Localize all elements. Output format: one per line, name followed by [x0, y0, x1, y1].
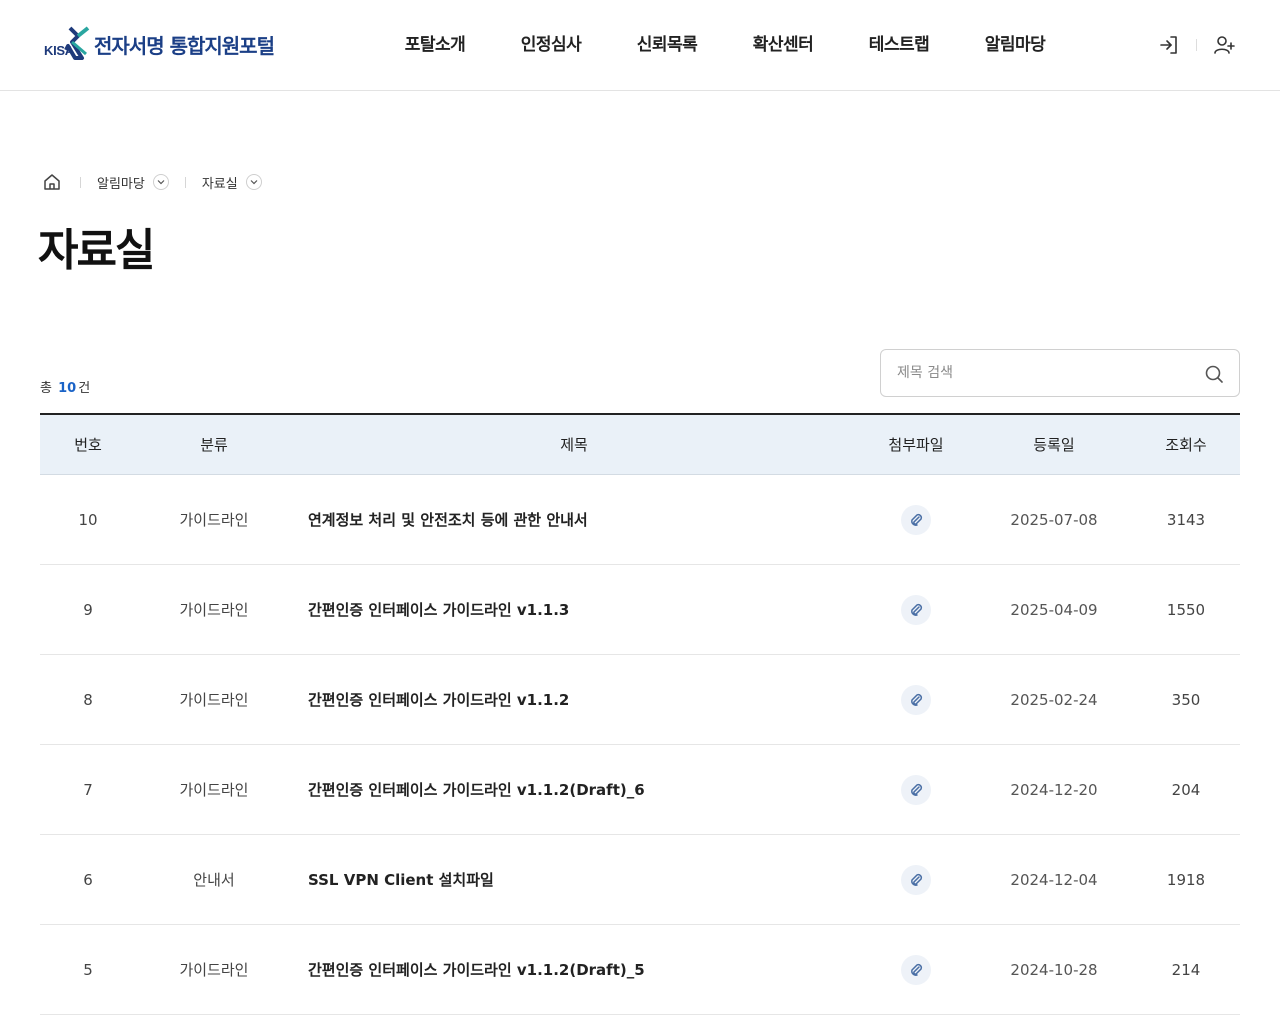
column-header-title: 제목: [560, 436, 588, 454]
nav-item-test-lab[interactable]: 테스트랩: [841, 30, 957, 60]
table-row[interactable]: 6 안내서 SSL VPN Client 설치파일 2024-12-04 191…: [40, 835, 1240, 925]
nav-item-expansion-center[interactable]: 확산센터: [725, 30, 841, 60]
row-attachment: [856, 504, 976, 535]
row-attachment: [856, 774, 976, 805]
row-number: 9: [83, 600, 93, 619]
row-date: 2024-12-20: [1010, 780, 1098, 799]
archive-table: 번호 분류 제목 첨부파일 등록일 조회수 10 가이드라인 연계정보 처리 및…: [40, 413, 1240, 1015]
row-date: 2024-12-04: [1010, 870, 1098, 889]
paperclip-icon[interactable]: [901, 864, 931, 895]
site-header: KISA 전자서명 통합지원포털 포탈소개 인정심사 신뢰목록 확산센터 테스트…: [0, 0, 1280, 91]
row-views: 1918: [1166, 870, 1206, 889]
utility-menu: [1157, 33, 1236, 57]
column-header-attachment: 첨부파일: [888, 436, 944, 454]
row-attachment: [856, 864, 976, 895]
row-category: 가이드라인: [179, 691, 249, 709]
breadcrumb-label: 알림마당: [97, 176, 145, 192]
nav-item-trust-list[interactable]: 신뢰목록: [609, 30, 725, 60]
paperclip-icon[interactable]: [901, 504, 931, 535]
total-suffix: 건: [78, 381, 91, 396]
site-logo[interactable]: KISA 전자서명 통합지원포털: [42, 26, 275, 62]
row-number: 10: [78, 510, 98, 529]
column-header-category: 분류: [200, 436, 228, 454]
signup-icon[interactable]: [1212, 33, 1236, 57]
nav-item-portal-intro[interactable]: 포탈소개: [377, 30, 493, 60]
row-views: 214: [1171, 960, 1201, 979]
table-header: 번호 분류 제목 첨부파일 등록일 조회수: [40, 415, 1240, 475]
search-icon[interactable]: [1203, 363, 1225, 385]
row-attachment: [856, 954, 976, 985]
search-input[interactable]: [897, 350, 1187, 396]
row-views: 204: [1171, 780, 1201, 799]
breadcrumb-label: 자료실: [201, 176, 238, 192]
row-category: 안내서: [193, 871, 235, 889]
row-attachment: [856, 594, 976, 625]
breadcrumb-divider: [80, 176, 81, 188]
row-views: 350: [1171, 690, 1201, 709]
logo-kisa-text: KISA: [44, 43, 74, 58]
kisa-logo-mark: KISA: [42, 26, 92, 62]
paperclip-icon[interactable]: [901, 684, 931, 715]
logo-site-name: 전자서명 통합지원포털: [94, 33, 275, 58]
row-title-link[interactable]: 간편인증 인터페이스 가이드라인 v1.1.2(Draft)_5: [292, 959, 856, 980]
row-number: 7: [83, 780, 93, 799]
row-date: 2025-07-08: [1010, 510, 1098, 529]
table-row[interactable]: 9 가이드라인 간편인증 인터페이스 가이드라인 v1.1.3 2025-04-…: [40, 565, 1240, 655]
table-row[interactable]: 10 가이드라인 연계정보 처리 및 안전조치 등에 관한 안내서 2025-0…: [40, 475, 1240, 565]
row-number: 6: [83, 870, 93, 889]
column-header-views: 조회수: [1165, 436, 1207, 454]
row-views: 3143: [1166, 510, 1206, 529]
row-title-link[interactable]: SSL VPN Client 설치파일: [292, 869, 856, 890]
table-row[interactable]: 5 가이드라인 간편인증 인터페이스 가이드라인 v1.1.2(Draft)_5…: [40, 925, 1240, 1015]
paperclip-icon[interactable]: [901, 594, 931, 625]
row-title-link[interactable]: 간편인증 인터페이스 가이드라인 v1.1.2(Draft)_6: [292, 779, 856, 800]
nav-item-notice[interactable]: 알림마당: [957, 30, 1073, 60]
row-number: 8: [83, 690, 93, 709]
table-row[interactable]: 7 가이드라인 간편인증 인터페이스 가이드라인 v1.1.2(Draft)_6…: [40, 745, 1240, 835]
breadcrumb: 알림마당 자료실: [40, 170, 262, 194]
chevron-down-icon[interactable]: [152, 174, 169, 190]
total-count: 총 10 건: [40, 377, 90, 396]
row-title-link[interactable]: 연계정보 처리 및 안전조치 등에 관한 안내서: [292, 509, 856, 530]
search-box: [880, 349, 1240, 397]
table-row[interactable]: 8 가이드라인 간편인증 인터페이스 가이드라인 v1.1.2 2025-02-…: [40, 655, 1240, 745]
row-date: 2024-10-28: [1010, 960, 1098, 979]
row-category: 가이드라인: [179, 601, 249, 619]
utility-divider: [1196, 39, 1197, 51]
main-navigation: 포탈소개 인정심사 신뢰목록 확산센터 테스트랩 알림마당: [377, 30, 1073, 60]
login-icon[interactable]: [1157, 33, 1181, 57]
chevron-down-icon[interactable]: [245, 174, 262, 190]
row-category: 가이드라인: [179, 961, 249, 979]
total-prefix: 총: [40, 381, 52, 396]
home-icon[interactable]: [40, 170, 64, 194]
breadcrumb-item-archive[interactable]: 자료실: [202, 173, 262, 192]
total-number: 10: [58, 381, 77, 396]
row-attachment: [856, 684, 976, 715]
row-category: 가이드라인: [179, 781, 249, 799]
breadcrumb-item-notice[interactable]: 알림마당: [97, 173, 169, 192]
column-header-number: 번호: [74, 436, 102, 454]
column-header-date: 등록일: [1033, 436, 1075, 454]
paperclip-icon[interactable]: [901, 774, 931, 805]
row-date: 2025-04-09: [1010, 600, 1098, 619]
breadcrumb-divider: [184, 176, 186, 188]
row-title-link[interactable]: 간편인증 인터페이스 가이드라인 v1.1.2: [292, 689, 856, 710]
row-category: 가이드라인: [179, 511, 249, 529]
paperclip-icon[interactable]: [901, 954, 931, 985]
row-number: 5: [83, 960, 93, 979]
row-views: 1550: [1166, 600, 1206, 619]
row-date: 2025-02-24: [1010, 690, 1098, 709]
page-title: 자료실: [38, 225, 155, 276]
nav-item-certification-review[interactable]: 인정심사: [493, 30, 609, 60]
row-title-link[interactable]: 간편인증 인터페이스 가이드라인 v1.1.3: [292, 599, 856, 620]
